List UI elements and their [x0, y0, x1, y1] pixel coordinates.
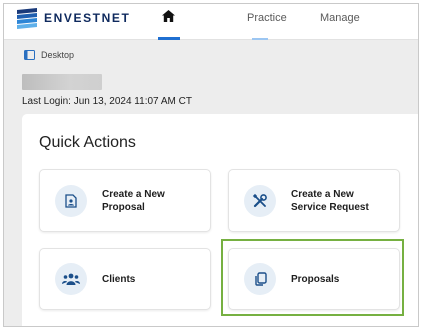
- tools-icon: [244, 184, 276, 217]
- nav-home[interactable]: [158, 4, 180, 40]
- home-icon: [162, 10, 175, 22]
- redacted-user-name: [22, 74, 102, 90]
- nav-manage[interactable]: Manage: [320, 12, 360, 24]
- tile-label-line2: Proposal: [102, 201, 145, 213]
- envestnet-logo-mark-icon: [17, 8, 37, 29]
- nav-active-indicator: [158, 37, 180, 40]
- tile-label: Clients: [102, 273, 135, 286]
- brand-name: ENVESTNET: [44, 11, 131, 25]
- breadcrumb[interactable]: Desktop: [24, 50, 74, 60]
- top-navigation-bar: ENVESTNET Practice Manage: [4, 4, 418, 40]
- breadcrumb-label: Desktop: [41, 50, 75, 60]
- clients-group-icon: [55, 263, 87, 295]
- app-window: ENVESTNET Practice Manage Desktop Last L…: [3, 3, 419, 327]
- quick-actions-panel: Quick Actions Create a New Proposal Crea…: [22, 114, 418, 326]
- clients-tile[interactable]: Clients: [39, 248, 211, 310]
- desktop-icon: [24, 50, 35, 60]
- tile-label-line2: Service Request: [291, 201, 369, 213]
- tile-label: Proposals: [291, 273, 339, 286]
- tile-label-line1: Clients: [102, 273, 136, 285]
- nav-practice[interactable]: Practice: [247, 12, 287, 24]
- create-new-proposal-tile[interactable]: Create a New Proposal: [39, 169, 211, 232]
- proposals-copy-icon: [244, 263, 276, 295]
- tile-label: Create a New Proposal: [102, 188, 165, 214]
- last-login-text: Last Login: Jun 13, 2024 11:07 AM CT: [22, 96, 192, 107]
- nav-practice-indicator: [252, 38, 268, 40]
- tile-label-line1: Proposals: [291, 273, 340, 285]
- envestnet-logo[interactable]: ENVESTNET: [16, 7, 130, 29]
- create-new-service-request-tile[interactable]: Create a New Service Request: [228, 169, 400, 232]
- tile-label: Create a New Service Request: [291, 188, 369, 214]
- quick-actions-title: Quick Actions: [39, 134, 136, 151]
- proposal-document-icon: [55, 184, 87, 217]
- tile-label-line1: Create a New: [102, 188, 165, 200]
- tile-label-line1: Create a New: [291, 188, 354, 200]
- proposals-tile[interactable]: Proposals: [228, 248, 400, 310]
